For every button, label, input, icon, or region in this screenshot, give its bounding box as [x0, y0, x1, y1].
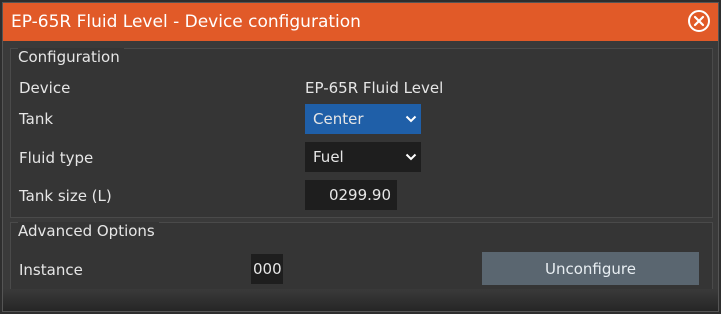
device-configuration-dialog: EP-65R Fluid Level - Device configuratio… — [2, 2, 719, 312]
tank-select-value: Center — [313, 110, 364, 128]
instance-input[interactable]: 000 — [251, 254, 283, 284]
fluid-type-label: Fluid type — [19, 149, 94, 167]
configuration-group-title: Configuration — [18, 48, 124, 66]
tank-select[interactable]: Center — [305, 104, 421, 134]
device-value: EP-65R Fluid Level — [305, 79, 444, 97]
title-bar: EP-65R Fluid Level - Device configuratio… — [3, 3, 718, 41]
device-label: Device — [19, 79, 71, 97]
close-icon — [693, 15, 705, 27]
fluid-type-select-value: Fuel — [313, 148, 344, 166]
advanced-options-group-title: Advanced Options — [18, 222, 159, 240]
bottom-shade — [3, 289, 718, 311]
tank-label: Tank — [19, 110, 54, 128]
tank-size-label: Tank size (L) — [19, 187, 112, 205]
configuration-group: Configuration Device EP-65R Fluid Level … — [10, 48, 713, 218]
dialog-title: EP-65R Fluid Level - Device configuratio… — [11, 12, 361, 32]
close-button[interactable] — [688, 10, 710, 32]
tank-size-input[interactable]: 0299.90 — [305, 180, 397, 210]
chevron-down-icon — [401, 115, 421, 123]
fluid-type-select[interactable]: Fuel — [305, 142, 421, 172]
advanced-options-group: Advanced Options Instance 000 Unconfigur… — [10, 222, 713, 290]
instance-label: Instance — [19, 261, 83, 279]
chevron-down-icon — [401, 153, 421, 161]
unconfigure-button[interactable]: Unconfigure — [482, 252, 699, 285]
